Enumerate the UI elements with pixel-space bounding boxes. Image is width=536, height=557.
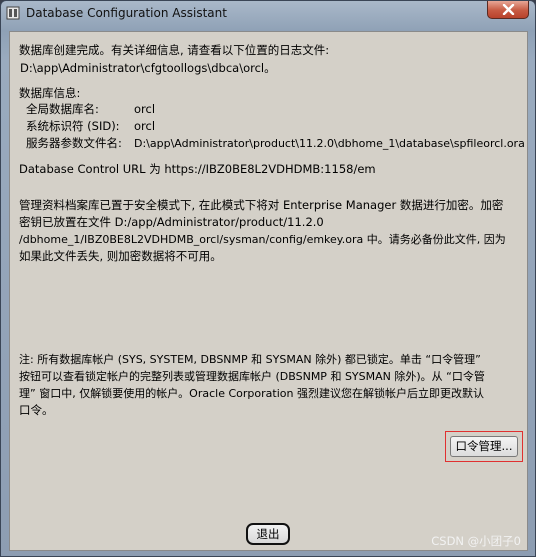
- global-db-name-value: orcl: [134, 102, 156, 116]
- close-button[interactable]: [487, 1, 529, 19]
- dbcontrol-url-text: Database Control URL 为 https://IBZ0BE8L2…: [19, 162, 376, 176]
- csdn-watermark: CSDN @小团子0: [431, 534, 521, 548]
- security-line-1: 管理资料档案库已置于安全模式下, 在此模式下将对 Enterprise Mana…: [19, 198, 504, 212]
- exit-button[interactable]: 退出: [246, 523, 290, 545]
- spfile-label: 服务器参数文件名:: [26, 136, 122, 150]
- sid-label: 系统标识符 (SID):: [26, 119, 120, 133]
- note-line-2: 按钮可以查看锁定帐户的完整列表或管理数据库帐户 (DBSNMP 和 SYSMAN…: [19, 370, 485, 383]
- dbca-window: Database Configuration Assistant 数据库创建完成…: [0, 0, 536, 557]
- global-db-name-label: 全局数据库名:: [26, 102, 99, 116]
- database-icon: [6, 6, 20, 20]
- sid-value: orcl: [134, 119, 156, 133]
- close-icon: [502, 4, 515, 15]
- note-line-3: 理” 窗口中, 仅解锁要使用的帐户。Oracle Corporation 强烈建…: [19, 387, 484, 400]
- creation-complete-text: 数据库创建完成。有关详细信息, 请查看以下位置的日志文件:: [19, 43, 330, 57]
- note-line-4: 口令。: [19, 403, 54, 417]
- db-info-heading: 数据库信息:: [19, 86, 81, 100]
- security-line-2: 密钥已放置在文件 D:/app/Administrator/product/11…: [19, 215, 324, 229]
- window-title: Database Configuration Assistant: [26, 6, 227, 20]
- security-line-4: 如果此文件丢失, 则加密数据将不可用。: [19, 249, 222, 263]
- password-management-highlight: 口令管理...: [445, 431, 523, 462]
- spfile-value: D:\app\Administrator\product\11.2.0\dbho…: [134, 137, 525, 150]
- dialog-content: 数据库创建完成。有关详细信息, 请查看以下位置的日志文件: D:\app\Adm…: [9, 31, 528, 551]
- note-line-1: 注: 所有数据库帐户 (SYS, SYSTEM, DBSNMP 和 SYSMAN…: [19, 353, 481, 366]
- security-line-3: /dbhome_1/IBZ0BE8L2VDHDMB_orcl/sysman/co…: [19, 233, 506, 246]
- password-management-button[interactable]: 口令管理...: [450, 436, 518, 457]
- log-path-text: D:\app\Administrator\cfgtoollogs\dbca\or…: [20, 61, 276, 75]
- title-bar[interactable]: Database Configuration Assistant: [1, 1, 535, 25]
